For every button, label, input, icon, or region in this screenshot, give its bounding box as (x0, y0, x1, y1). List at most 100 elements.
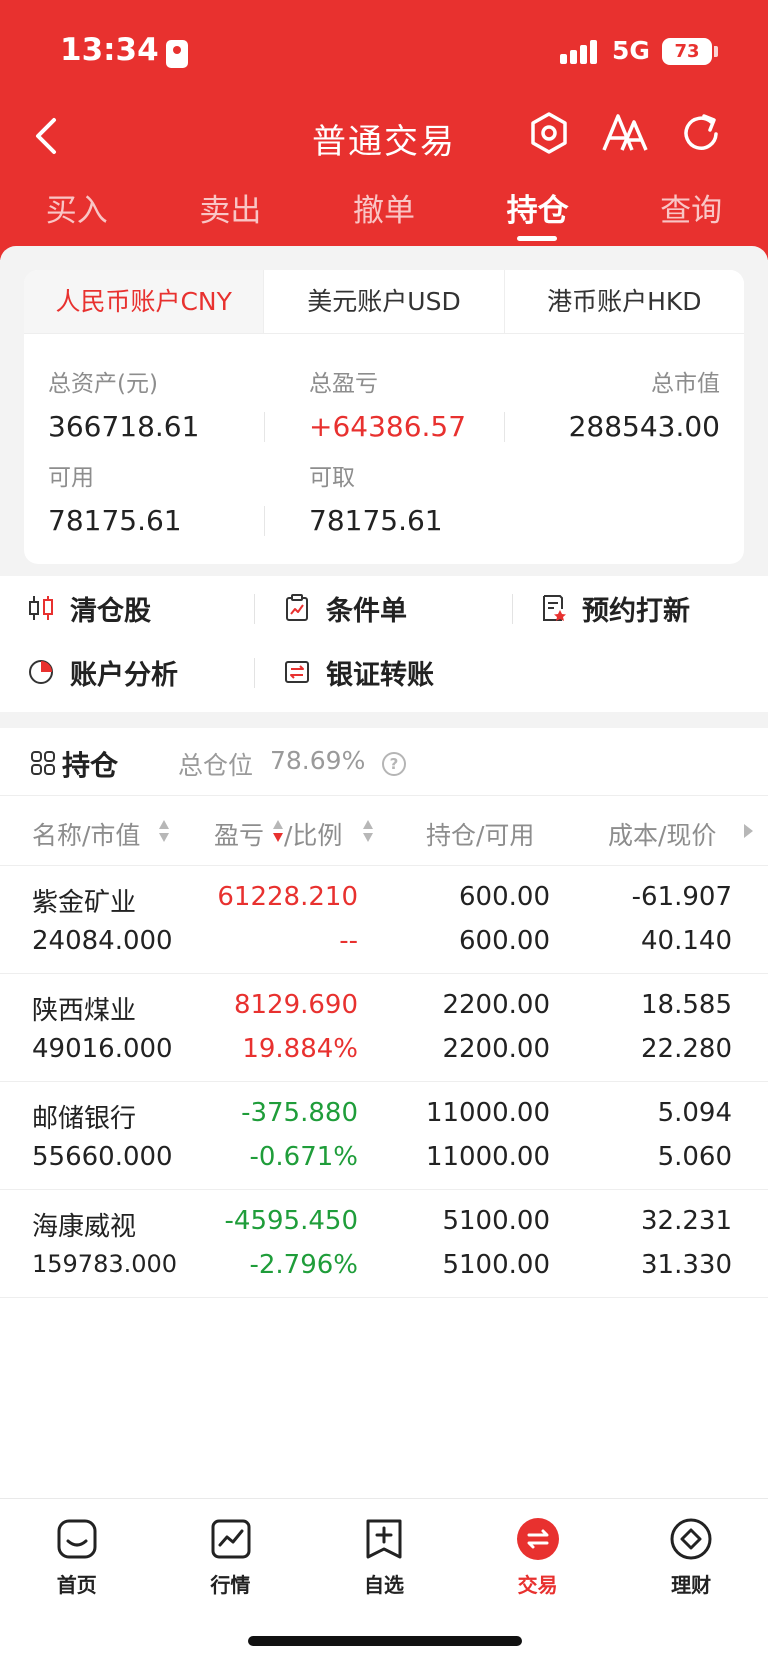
action-ipo-reservation[interactable]: 预约打新 (538, 588, 690, 628)
action-label: 条件单 (326, 595, 407, 627)
pnl-value: 8129.690 (233, 990, 358, 1020)
hold-quantity: 600.00 (459, 882, 550, 912)
trade-icon (516, 1518, 559, 1560)
column-pnl[interactable]: 盈亏 (214, 816, 264, 852)
nav-item-home[interactable]: 首页 (0, 1499, 154, 1618)
divider (264, 412, 265, 442)
action-clear-positions[interactable]: 清仓股 (26, 588, 151, 628)
nav-label: 首页 (56, 1573, 97, 1597)
tab-account-cny[interactable]: 人民币账户CNY (24, 270, 264, 333)
summary-grid: 总资产(元) 366718.61 总盈亏 +64386.57 总市值 28854… (24, 334, 744, 564)
nav-label: 行情 (210, 1573, 251, 1597)
divider (512, 594, 513, 624)
current-price: 5.060 (657, 1142, 732, 1172)
tab-positions[interactable]: 持仓 (461, 185, 615, 245)
tab-query[interactable]: 查询 (614, 185, 768, 245)
tab-account-hkd[interactable]: 港币账户HKD (503, 270, 744, 333)
current-price: 22.280 (641, 1034, 732, 1064)
pnl-ratio: -2.796% (249, 1250, 358, 1280)
stock-name: 邮储银行 (32, 1104, 137, 1134)
nav-item-watchlist[interactable]: 自选 (307, 1499, 461, 1618)
column-name-market-value[interactable]: 名称/市值 (32, 816, 140, 852)
position-row[interactable]: 海康威视 159783.000 -4595.450 -2.796% 5100.0… (0, 1190, 768, 1298)
market-value: 24084.000 (32, 926, 173, 956)
cost-price: 5.094 (657, 1098, 732, 1128)
sort-icon[interactable] (272, 820, 284, 844)
position-row[interactable]: 陕西煤业 49016.000 8129.690 19.884% 2200.00 … (0, 974, 768, 1082)
divider (504, 412, 505, 442)
pnl-ratio: -- (339, 926, 358, 956)
watchlist-add-icon (366, 1519, 402, 1559)
total-pnl-value: +64386.57 (309, 410, 467, 443)
help-icon[interactable]: ? (382, 752, 406, 776)
signal-icon (560, 40, 602, 64)
tab-sell[interactable]: 卖出 (154, 185, 308, 245)
stock-name: 海康威视 (32, 1212, 137, 1242)
withdrawable-value: 78175.61 (309, 504, 443, 537)
nav-label: 交易 (517, 1573, 558, 1597)
action-label: 账户分析 (70, 659, 178, 691)
position-ratio-value: 78.69% (270, 746, 366, 775)
clipboard-chart-icon (286, 594, 308, 621)
available-quantity: 5100.00 (442, 1250, 550, 1280)
tab-account-usd[interactable]: 美元账户USD (263, 270, 504, 333)
position-row[interactable]: 邮储银行 55660.000 -375.880 -0.671% 11000.00… (0, 1082, 768, 1190)
home-indicator (248, 1636, 522, 1646)
section-gap (0, 712, 768, 728)
cost-price: 18.585 (641, 990, 732, 1020)
scroll-right-icon[interactable] (744, 824, 753, 838)
positions-header: 持仓 总仓位 78.69% ? (0, 728, 768, 796)
current-price: 31.330 (641, 1250, 732, 1280)
settings-hexagon-icon[interactable] (526, 110, 572, 156)
nav-item-market[interactable]: 行情 (154, 1499, 308, 1618)
market-value-value: 288543.00 (568, 410, 720, 443)
positions-column-header: 名称/市值 盈亏 /比例 持仓/可用 成本/现价 (0, 796, 768, 866)
divider (264, 506, 265, 536)
cost-price: 32.231 (641, 1206, 732, 1236)
bottom-nav: 首页 行情 自选 交易 理财 (0, 1498, 768, 1618)
portrait-lock-icon (166, 40, 188, 68)
action-conditional-order[interactable]: 条件单 (282, 588, 407, 628)
cost-price: -61.907 (631, 882, 732, 912)
candlestick-icon (29, 596, 53, 620)
positions-title: 持仓 (62, 749, 119, 782)
home-icon (57, 1519, 97, 1559)
battery-icon: 73 (662, 38, 712, 65)
available-quantity: 11000.00 (425, 1142, 550, 1172)
status-time: 13:34 (60, 32, 159, 68)
pnl-ratio: -0.671% (249, 1142, 358, 1172)
sort-icon[interactable] (158, 820, 170, 844)
current-price: 40.140 (641, 926, 732, 956)
grid-icon (31, 751, 55, 775)
position-row[interactable]: 紫金矿业 24084.000 61228.210 -- 600.00 600.0… (0, 866, 768, 974)
nav-item-wealth[interactable]: 理财 (614, 1499, 768, 1618)
stock-name: 陕西煤业 (32, 996, 137, 1026)
network-label: 5G (612, 36, 650, 65)
document-star-icon (543, 595, 566, 621)
tab-buy[interactable]: 买入 (0, 185, 154, 245)
font-size-icon[interactable] (600, 110, 650, 156)
refresh-icon[interactable] (678, 110, 724, 156)
nav-item-trade[interactable]: 交易 (461, 1499, 615, 1618)
action-account-analysis[interactable]: 账户分析 (26, 652, 178, 692)
page-title: 普通交易 (312, 122, 456, 162)
action-label: 清仓股 (70, 595, 151, 627)
market-value: 55660.000 (32, 1142, 173, 1172)
total-pnl-label: 总盈亏 (309, 371, 378, 397)
hold-quantity: 2200.00 (442, 990, 550, 1020)
column-ratio[interactable]: /比例 (284, 816, 342, 852)
sort-icon[interactable] (362, 820, 374, 844)
available-quantity: 2200.00 (442, 1034, 550, 1064)
market-value: 159783.000 (32, 1250, 178, 1278)
account-currency-tabs: 人民币账户CNY 美元账户USD 港币账户HKD (24, 270, 744, 334)
pnl-value: -4595.450 (224, 1206, 358, 1236)
market-chart-icon (211, 1519, 251, 1559)
nav-label: 自选 (363, 1573, 404, 1597)
action-bank-transfer[interactable]: 银证转账 (282, 652, 434, 692)
available-label: 可用 (48, 465, 94, 491)
action-label: 预约打新 (582, 595, 690, 627)
nav-bar: 普通交易 (0, 100, 768, 180)
quick-actions: 清仓股 条件单 预约打新 账户分析 银证转账 (0, 576, 768, 706)
market-value-label: 总市值 (651, 371, 720, 397)
tab-cancel-order[interactable]: 撤单 (307, 185, 461, 245)
